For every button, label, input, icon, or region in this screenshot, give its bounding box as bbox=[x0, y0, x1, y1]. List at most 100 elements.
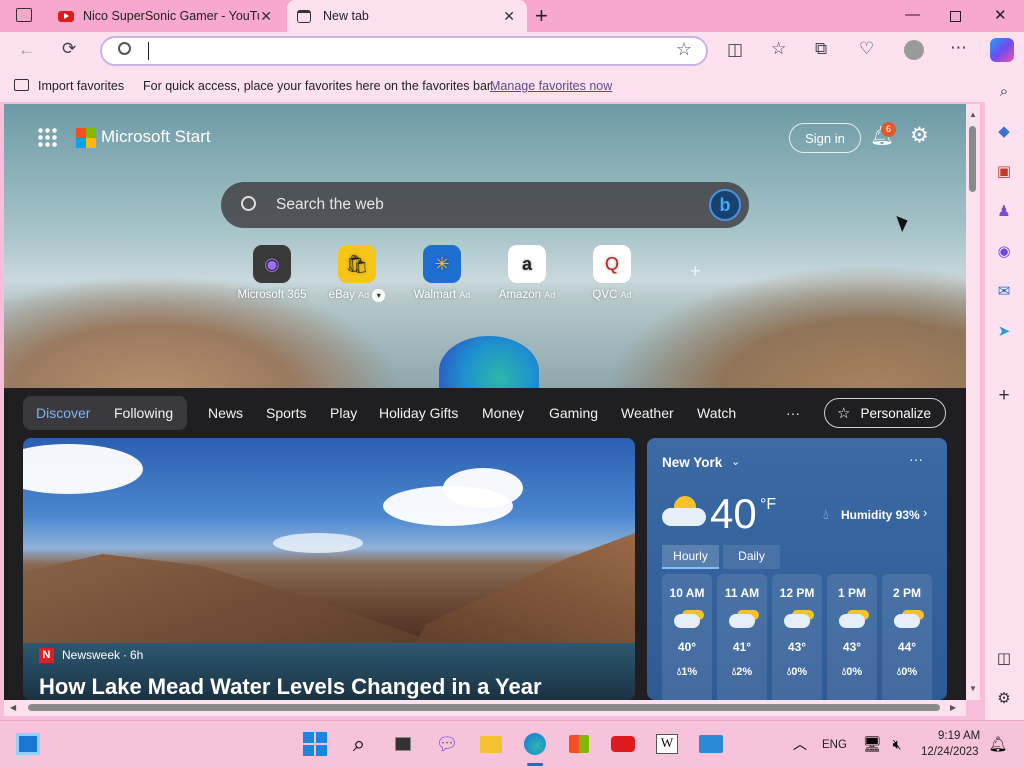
sign-in-button[interactable]: Sign in bbox=[789, 123, 861, 153]
scroll-thumb[interactable] bbox=[28, 704, 940, 711]
refresh-icon[interactable]: ⟳ bbox=[62, 39, 76, 59]
weather-location[interactable]: New York bbox=[662, 455, 722, 470]
tab-following[interactable]: Following bbox=[114, 405, 173, 421]
restore-icon[interactable] bbox=[950, 11, 961, 22]
tab-new-tab[interactable]: New tab ✕ bbox=[287, 0, 527, 32]
import-favorites-button[interactable]: Import favorites bbox=[38, 79, 124, 93]
quick-link-qvc[interactable]: Q QVC Ad bbox=[567, 245, 657, 301]
games-icon[interactable]: ♟ bbox=[993, 200, 1015, 222]
quick-link-amazon[interactable]: a Amazon Ad bbox=[482, 245, 572, 301]
notification-center-icon[interactable]: 🔔︎ bbox=[986, 732, 1010, 756]
file-explorer-icon[interactable] bbox=[479, 732, 503, 756]
scroll-up-icon[interactable]: ▲ bbox=[969, 110, 977, 119]
split-screen-icon[interactable]: ◫ bbox=[727, 40, 743, 60]
search-sidebar-icon[interactable]: ⌕ bbox=[993, 80, 1015, 102]
wikipedia-icon[interactable]: W bbox=[655, 732, 679, 756]
manage-favorites-link[interactable]: Manage favorites now bbox=[490, 79, 612, 93]
drop-icon[interactable]: ➤ bbox=[993, 320, 1015, 342]
widgets-icon[interactable] bbox=[16, 733, 40, 755]
quick-link-ebay[interactable]: 🛍︎ eBay Ad ▾ bbox=[312, 245, 402, 302]
remote-desktop-icon[interactable] bbox=[699, 732, 723, 756]
show-hidden-icons[interactable]: ︿ bbox=[788, 732, 812, 756]
tab-daily[interactable]: Daily bbox=[723, 545, 780, 569]
scroll-right-icon[interactable]: ▶ bbox=[950, 703, 956, 712]
network-icon[interactable]: 🖥︎ bbox=[860, 732, 884, 756]
back-icon[interactable]: ← bbox=[18, 40, 35, 60]
shopping-icon[interactable]: ◆ bbox=[993, 120, 1015, 142]
tab-discover[interactable]: Discover bbox=[36, 405, 90, 421]
weather-card[interactable]: New York ⌄ ··· 40 °F 💧︎ Humidity 93% › H… bbox=[647, 438, 947, 700]
tab-hourly[interactable]: Hourly bbox=[662, 545, 719, 569]
clock-time[interactable]: 9:19 AM bbox=[938, 730, 980, 742]
scroll-thumb[interactable] bbox=[969, 126, 976, 192]
tab-holiday-gifts[interactable]: Holiday Gifts bbox=[379, 405, 458, 421]
article-headline[interactable]: How Lake Mead Water Levels Changed in a … bbox=[39, 674, 542, 700]
tab-watch[interactable]: Watch bbox=[697, 405, 736, 421]
tab-sports[interactable]: Sports bbox=[266, 405, 306, 421]
edge-taskbar-icon[interactable] bbox=[523, 732, 547, 756]
personalize-button[interactable]: ☆ Personalize bbox=[824, 398, 946, 428]
teams-chat-icon[interactable]: 💬︎ bbox=[435, 732, 459, 756]
cloudy-icon bbox=[839, 614, 865, 628]
horizontal-scrollbar[interactable]: ◀ ▶ bbox=[4, 700, 966, 716]
more-tabs-button[interactable]: ··· bbox=[786, 405, 800, 421]
address-input[interactable] bbox=[148, 42, 150, 60]
page-settings-icon[interactable]: ⚙ bbox=[910, 123, 929, 148]
outlook-icon[interactable]: ✉ bbox=[993, 280, 1015, 302]
scroll-down-icon[interactable]: ▼ bbox=[969, 684, 977, 693]
quick-link-walmart[interactable]: ✳ Walmart Ad bbox=[397, 245, 487, 301]
title-bar: Nico SuperSonic Gamer - YouTube ✕ New ta… bbox=[0, 0, 1024, 32]
clock-date[interactable]: 12/24/2023 bbox=[921, 746, 979, 758]
hide-sidebar-icon[interactable]: ◫ bbox=[993, 647, 1015, 669]
microsoft-store-icon[interactable] bbox=[567, 732, 591, 756]
tab-actions-icon[interactable] bbox=[16, 8, 32, 22]
task-view-icon[interactable] bbox=[391, 732, 415, 756]
import-favorites-icon[interactable] bbox=[14, 79, 29, 91]
collections-icon[interactable]: ⧉ bbox=[815, 39, 827, 59]
quick-link-microsoft365[interactable]: ◉ Microsoft 365 bbox=[227, 245, 317, 301]
minimize-icon[interactable]: — bbox=[905, 6, 920, 23]
close-tab-icon[interactable]: ✕ bbox=[503, 8, 515, 25]
precip-value: 1% bbox=[681, 666, 698, 678]
tab-youtube[interactable]: Nico SuperSonic Gamer - YouTube ✕ bbox=[48, 0, 284, 32]
more-options-icon[interactable]: ⋯ bbox=[950, 38, 967, 58]
temperature-unit[interactable]: °F bbox=[760, 496, 776, 514]
input-language[interactable]: ENG bbox=[822, 739, 847, 751]
search-taskbar-icon[interactable]: ⌕ bbox=[347, 731, 371, 756]
humidity-value[interactable]: Humidity 93% bbox=[841, 508, 920, 522]
new-tab-button[interactable]: + bbox=[535, 3, 548, 29]
add-sidebar-app-icon[interactable]: + bbox=[993, 385, 1015, 407]
news-card[interactable]: N Newsweek · 6h How Lake Mead Water Leve… bbox=[23, 438, 635, 700]
close-window-icon[interactable]: ✕ bbox=[994, 6, 1007, 24]
tools-icon[interactable]: ▣ bbox=[993, 160, 1015, 182]
brand-title[interactable]: Microsoft Start bbox=[101, 127, 211, 147]
tab-play[interactable]: Play bbox=[330, 405, 357, 421]
close-tab-icon[interactable]: ✕ bbox=[260, 8, 272, 25]
chevron-right-icon[interactable]: › bbox=[923, 505, 927, 520]
scroll-left-icon[interactable]: ◀ bbox=[10, 703, 16, 712]
favorites-bar: Import favorites For quick access, place… bbox=[0, 70, 985, 102]
start-windows-icon[interactable] bbox=[303, 732, 327, 756]
tab-weather[interactable]: Weather bbox=[621, 405, 674, 421]
weather-more-icon[interactable]: ··· bbox=[909, 451, 923, 467]
profile-avatar[interactable] bbox=[904, 40, 924, 60]
browser-essentials-icon[interactable]: ♡ bbox=[859, 39, 874, 59]
web-search-box[interactable]: Search the web b bbox=[221, 182, 749, 228]
microsoft365-sidebar-icon[interactable]: ◉ bbox=[993, 240, 1015, 262]
favorites-icon[interactable]: ☆ bbox=[771, 39, 786, 59]
favorite-star-icon[interactable]: ☆ bbox=[676, 39, 692, 60]
copilot-icon[interactable] bbox=[990, 38, 1014, 62]
address-bar[interactable]: ☆ bbox=[100, 36, 708, 66]
vertical-scrollbar[interactable]: ▲ ▼ bbox=[966, 104, 980, 700]
tab-news[interactable]: News bbox=[208, 405, 243, 421]
taskbar: ⌕ 💬︎ W ︿ ENG 🖥︎ 🔇︎ 9:19 AM 12/24/2023 🔔︎ bbox=[0, 720, 1024, 768]
youtube-taskbar-icon[interactable] bbox=[611, 732, 635, 756]
chevron-down-icon[interactable]: ⌄ bbox=[731, 455, 740, 468]
apps-launcher-icon[interactable] bbox=[37, 127, 57, 147]
bing-chat-icon[interactable]: b bbox=[709, 189, 741, 221]
add-shortcut-icon[interactable]: + bbox=[690, 261, 701, 282]
tab-money[interactable]: Money bbox=[482, 405, 524, 421]
tab-gaming[interactable]: Gaming bbox=[549, 405, 598, 421]
sidebar-settings-icon[interactable]: ⚙ bbox=[993, 687, 1015, 709]
volume-muted-icon[interactable]: 🔇︎ bbox=[885, 732, 909, 756]
